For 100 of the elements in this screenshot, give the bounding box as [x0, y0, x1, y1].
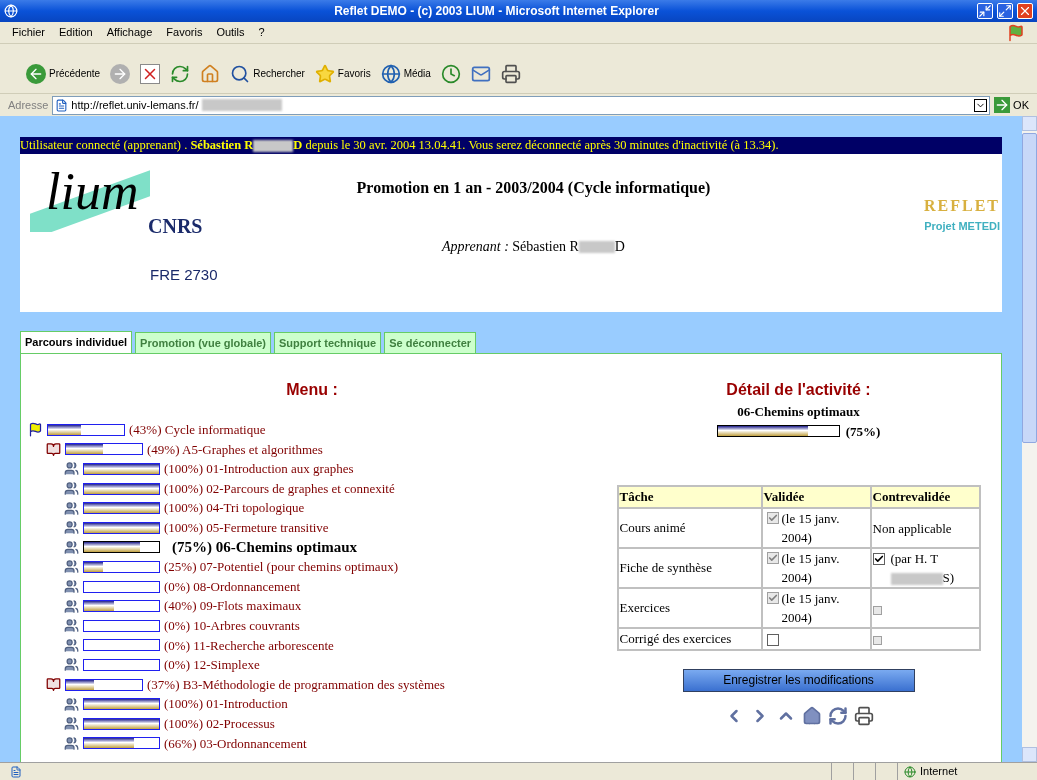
globe-icon — [904, 765, 916, 778]
tree-item[interactable]: (25%) 07-Potentiel (pour chemins optimaux) — [164, 557, 398, 577]
tab[interactable]: Parcours individuel — [20, 331, 133, 353]
tree-item[interactable]: (66%) 03-Ordonnancement — [164, 733, 307, 754]
address-label: Adresse — [8, 97, 49, 113]
print-icon[interactable] — [853, 705, 874, 726]
column-header: Validée — [761, 486, 871, 508]
page-icon — [10, 765, 22, 778]
toolbar-button[interactable]: Favoris — [312, 63, 373, 84]
back-icon — [26, 63, 46, 84]
table-cell: Cours animé — [617, 508, 762, 548]
people-icon — [64, 735, 79, 751]
home-icon[interactable] — [801, 705, 822, 726]
tree-item[interactable]: (43%) Cycle informatique — [129, 420, 266, 440]
column-header: Contrevalidée — [870, 486, 980, 508]
tree-item[interactable]: (49%) A5-Graphes et algorithmes — [147, 439, 323, 460]
people-icon — [64, 598, 79, 614]
tree-item[interactable]: (100%) 01-Introduction — [164, 694, 288, 714]
people-icon — [64, 481, 79, 497]
people-icon — [64, 579, 79, 595]
go-button[interactable]: OK — [994, 96, 1029, 114]
tree-item[interactable]: (0%) 10-Arbres couvrants — [164, 616, 300, 636]
tree-item[interactable]: (37%) B3-Méthodologie de programmation des systèmes — [147, 674, 445, 695]
people-icon — [64, 520, 79, 536]
toolbar-button[interactable] — [138, 63, 163, 84]
tree-item[interactable]: (100%) 05-Fermeture transitive — [164, 518, 329, 538]
tree-item[interactable]: (100%) 04-Tri topologique — [164, 498, 305, 518]
star-icon — [314, 63, 335, 84]
people-icon — [64, 539, 79, 555]
checkbox[interactable] — [766, 634, 779, 647]
page-icon — [55, 98, 69, 112]
validation-date: (le 15 janv. 2004) — [781, 550, 841, 587]
menu-item[interactable]: Favoris — [166, 24, 203, 41]
lab-code: FRE 2730 — [150, 266, 218, 284]
table-cell: Non applicable — [872, 520, 952, 536]
people-icon — [64, 559, 79, 575]
toolbar-button[interactable]: Rechercher — [228, 63, 307, 84]
tab[interactable]: Se déconnecter — [384, 332, 477, 353]
validator-name: (par H. T S) — [890, 550, 956, 587]
blurred-text — [253, 139, 294, 152]
blurred-text — [890, 573, 943, 585]
tree-item[interactable]: (100%) 01-Introduction aux graphes — [164, 459, 354, 479]
menu-item[interactable]: Affichage — [106, 24, 153, 41]
people-icon — [64, 696, 79, 712]
scrollbar[interactable] — [1022, 116, 1037, 762]
search-icon — [230, 63, 251, 84]
table-cell: Fiche de synthèse — [617, 548, 762, 588]
menu-title: Menu : — [285, 380, 339, 400]
project-name: Projet METEDI — [924, 219, 1000, 234]
project-logo-text: REFLET — [924, 196, 1000, 216]
tree-item[interactable]: (0%) 11-Recherche arborescente — [164, 635, 334, 656]
dropdown-icon[interactable] — [974, 98, 988, 112]
address-text: http://reflet.univ-lemans.fr/ — [71, 97, 199, 113]
tree-item[interactable]: (0%) 08-Ordonnancement — [164, 576, 301, 597]
people-icon — [64, 500, 79, 516]
people-icon — [64, 716, 79, 732]
minimize-icon[interactable] — [977, 3, 993, 19]
book-icon — [46, 441, 61, 457]
tree-item[interactable]: (100%) 02-Parcours de graphes et connexité — [164, 478, 395, 499]
maximize-icon[interactable] — [997, 3, 1013, 19]
print-icon — [500, 63, 521, 84]
refresh-icon[interactable] — [827, 705, 848, 726]
tree-item[interactable]: (75%) 06-Chemins optimaux — [172, 536, 357, 559]
validation-date: (le 15 janv. 2004) — [781, 590, 841, 627]
menu-item[interactable]: Outils — [216, 24, 245, 41]
checkbox[interactable] — [872, 553, 885, 565]
clock-icon — [440, 63, 461, 84]
window-title: Reflet DEMO - (c) 2003 LIUM - Microsoft Internet Explorer — [333, 3, 660, 20]
people-icon — [64, 637, 79, 653]
tab[interactable]: Support technique — [274, 332, 382, 353]
home-icon — [200, 63, 221, 84]
validation-date: (le 15 janv. 2004) — [781, 510, 841, 547]
people-icon — [64, 461, 79, 477]
tree-item[interactable]: (0%) 12-Simplexe — [164, 655, 260, 675]
stop-icon — [140, 63, 161, 84]
tree-item[interactable]: (100%) 02-Processus — [164, 713, 275, 734]
learner-name: Apprenant : Sébastien R D — [442, 238, 625, 256]
course-title: Promotion en 1 an - 2003/2004 (Cycle informatique) — [356, 178, 711, 199]
menu-item[interactable]: Edition — [59, 24, 93, 41]
toolbar-button[interactable]: Précédente — [24, 63, 103, 84]
zone-label: Internet — [920, 764, 958, 780]
refresh-icon — [170, 63, 191, 84]
table-cell: Corrigé des exercices — [617, 628, 762, 650]
save-button[interactable]: Enregistrer les modifications — [682, 668, 915, 692]
menu-item[interactable]: Fichier — [12, 24, 45, 41]
close-icon[interactable] — [1017, 3, 1033, 19]
globe-icon — [380, 63, 401, 84]
column-header: Tâche — [617, 486, 762, 508]
blurred-text — [578, 240, 615, 253]
people-icon — [64, 618, 79, 634]
detail-title: Détail de l'activité : — [726, 380, 871, 400]
people-icon — [64, 657, 79, 673]
menu-item[interactable]: ? — [258, 24, 265, 41]
address-field[interactable]: http://reflet.univ-lemans.fr/ — [52, 95, 991, 115]
toolbar-button[interactable]: Média — [378, 63, 433, 84]
user-bar: Utilisateur connecté (apprenant) . Sébastien R D depuis le 30 avr. 2004 13.04.41. Vous serez déconnecté après 30 minutes d'inactivité (à 13.34). — [20, 137, 1002, 154]
tree-item[interactable]: (40%) 09-Flots maximaux — [164, 596, 302, 616]
book-icon — [46, 677, 61, 692]
forward-icon — [110, 63, 131, 84]
tab[interactable]: Promotion (vue globale) — [135, 332, 271, 353]
